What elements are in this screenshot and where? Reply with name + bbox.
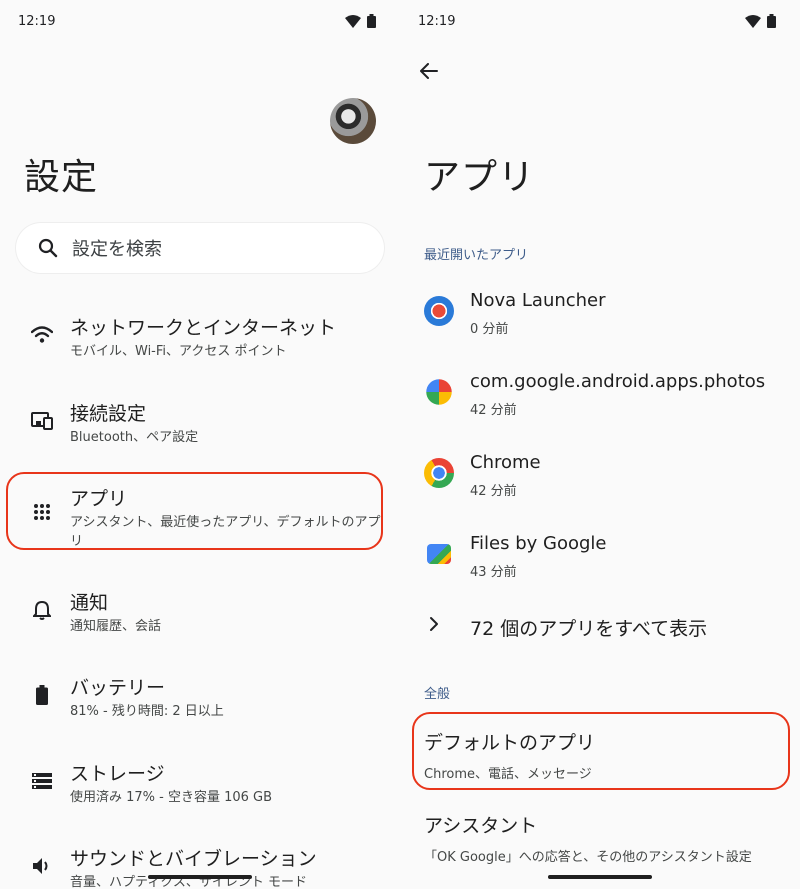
back-button[interactable] <box>416 58 442 84</box>
search-placeholder: 設定を検索 <box>72 239 162 260</box>
chevron-right-icon <box>426 614 442 638</box>
item-title: ストレージ <box>70 763 165 785</box>
item-subtitle: 通知履歴、会話 <box>70 619 162 634</box>
settings-item-apps[interactable]: アプリ アシスタント、最近使ったアプリ、デフォルトのアプリ <box>0 476 400 549</box>
recent-app-row[interactable]: com.google.android.apps.photos 42 分前 <box>400 365 800 437</box>
settings-item-notifications[interactable]: 通知 通知履歴、会話 <box>0 580 400 650</box>
show-all-label: 72 個のアプリをすべて表示 <box>470 618 708 640</box>
item-subtitle: アシスタント、最近使ったアプリ、デフォルトのアプリ <box>70 515 381 549</box>
settings-screen: 12:19 設定 設定を検索 ネットワークとインターネット モバイル、Wi-Fi… <box>0 0 400 889</box>
settings-item-storage[interactable]: ストレージ 使用済み 17% - 空き容量 106 GB <box>0 751 400 821</box>
app-name: com.google.android.apps.photos <box>470 371 766 392</box>
files-icon <box>427 544 451 564</box>
settings-item-sound[interactable]: サウンドとバイブレーション 音量、ハプティクス、サイレント モード <box>0 836 400 889</box>
app-last-opened: 42 分前 <box>470 403 517 418</box>
recent-app-row[interactable]: Files by Google 43 分前 <box>400 527 800 599</box>
default-apps-subtitle: Chrome、電話、メッセージ <box>424 767 592 782</box>
status-bar: 12:19 <box>400 0 800 44</box>
nova-launcher-icon <box>424 296 454 326</box>
settings-item-connected-devices[interactable]: 接続設定 Bluetooth、ペア設定 <box>0 391 400 461</box>
connected-devices-icon <box>30 409 54 433</box>
item-title: サウンドとバイブレーション <box>70 848 317 870</box>
avatar[interactable] <box>330 98 376 144</box>
settings-search-bar[interactable]: 設定を検索 <box>16 223 384 273</box>
app-name: Files by Google <box>470 533 607 554</box>
app-last-opened: 0 分前 <box>470 322 509 337</box>
default-apps-title: デフォルトのアプリ <box>424 732 596 754</box>
settings-item-battery[interactable]: バッテリー 81% - 残り時間: 2 日以上 <box>0 665 400 735</box>
status-time: 12:19 <box>418 14 456 29</box>
battery-icon <box>30 683 54 707</box>
status-time: 12:19 <box>18 14 56 29</box>
storage-icon <box>30 769 54 793</box>
apps-screen: 12:19 アプリ 最近開いたアプリ Nova Launcher 0 分前 co… <box>400 0 800 889</box>
status-bar: 12:19 <box>0 0 400 44</box>
apps-grid-icon <box>30 500 54 524</box>
item-subtitle: Bluetooth、ペア設定 <box>70 430 199 445</box>
item-title: ネットワークとインターネット <box>70 317 337 339</box>
assistant-item[interactable]: アシスタント 「OK Google」への応答と、その他のアシスタント設定 <box>424 811 784 865</box>
page-title: アプリ <box>424 157 536 198</box>
page-title: 設定 <box>24 157 99 198</box>
item-title: 接続設定 <box>70 403 147 425</box>
item-subtitle: モバイル、Wi-Fi、アクセス ポイント <box>70 344 287 359</box>
app-name: Nova Launcher <box>470 290 606 311</box>
assistant-subtitle: 「OK Google」への応答と、その他のアシスタント設定 <box>424 850 752 865</box>
app-last-opened: 43 分前 <box>470 565 517 580</box>
wifi-signal-icon <box>745 14 761 28</box>
status-icons <box>745 14 776 28</box>
battery-status-icon <box>767 14 776 28</box>
item-title: 通知 <box>70 592 109 614</box>
default-apps-item[interactable]: デフォルトのアプリ Chrome、電話、メッセージ <box>424 728 784 782</box>
app-last-opened: 42 分前 <box>470 484 517 499</box>
recent-app-row[interactable]: Chrome 42 分前 <box>400 446 800 518</box>
wifi-signal-icon <box>345 14 361 28</box>
item-title: バッテリー <box>70 677 166 699</box>
chrome-icon <box>424 458 454 488</box>
back-arrow-icon <box>420 63 438 79</box>
photos-icon <box>426 379 452 405</box>
status-icons <box>345 14 376 28</box>
general-section-label: 全般 <box>424 687 451 702</box>
recent-apps-label: 最近開いたアプリ <box>424 248 529 263</box>
item-subtitle: 81% - 残り時間: 2 日以上 <box>70 704 224 719</box>
bell-icon <box>30 598 54 622</box>
recent-app-row[interactable]: Nova Launcher 0 分前 <box>400 284 800 356</box>
wifi-icon <box>30 323 54 347</box>
battery-status-icon <box>367 14 376 28</box>
settings-item-network[interactable]: ネットワークとインターネット モバイル、Wi-Fi、アクセス ポイント <box>0 305 400 375</box>
show-all-apps-button[interactable]: 72 個のアプリをすべて表示 <box>400 606 800 646</box>
navigation-handle[interactable] <box>548 875 652 879</box>
search-icon <box>38 238 58 258</box>
assistant-title: アシスタント <box>424 815 538 837</box>
app-name: Chrome <box>470 452 541 473</box>
volume-icon <box>30 854 54 878</box>
navigation-handle[interactable] <box>148 875 252 879</box>
item-title: アプリ <box>70 488 128 510</box>
item-subtitle: 使用済み 17% - 空き容量 106 GB <box>70 790 273 805</box>
